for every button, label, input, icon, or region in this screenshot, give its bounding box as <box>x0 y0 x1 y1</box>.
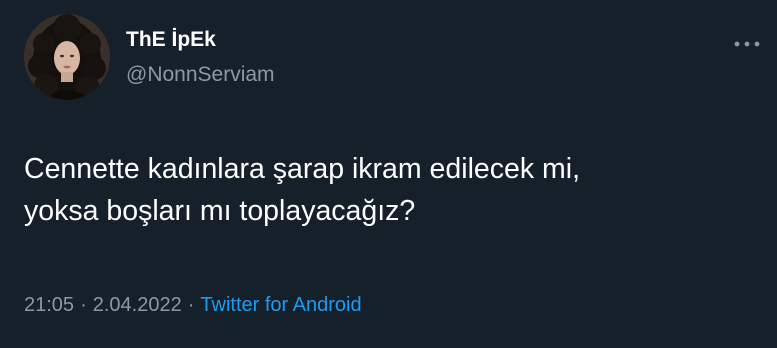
author-display-name[interactable]: ThE İpEk <box>126 27 216 53</box>
tweet-text-line: Cennette kadınlara şarap ikram edilecek … <box>24 153 581 185</box>
meta-separator: · <box>80 294 87 316</box>
tweet-time[interactable]: 21:05 <box>24 294 74 316</box>
tweet-meta: 21:05 · 2.04.2022 · Twitter for Android <box>24 292 362 318</box>
tweet-text-line: yoksa boşları mı toplayacağız? <box>24 195 416 227</box>
tweet-card: ThE İpEk @NonnServiam Cennette kadınlara… <box>0 0 777 348</box>
more-options-button[interactable] <box>730 30 764 58</box>
tweet-text: Cennette kadınlara şarap ikram edilecek … <box>24 148 764 232</box>
tweet-source-link[interactable]: Twitter for Android <box>200 294 361 316</box>
tweet-date[interactable]: 2.04.2022 <box>93 294 182 316</box>
author-handle[interactable]: @NonnServiam <box>126 62 275 88</box>
meta-separator: · <box>187 294 195 316</box>
avatar-image <box>24 14 110 100</box>
more-horizontal-icon <box>734 41 760 47</box>
avatar[interactable] <box>24 14 110 100</box>
